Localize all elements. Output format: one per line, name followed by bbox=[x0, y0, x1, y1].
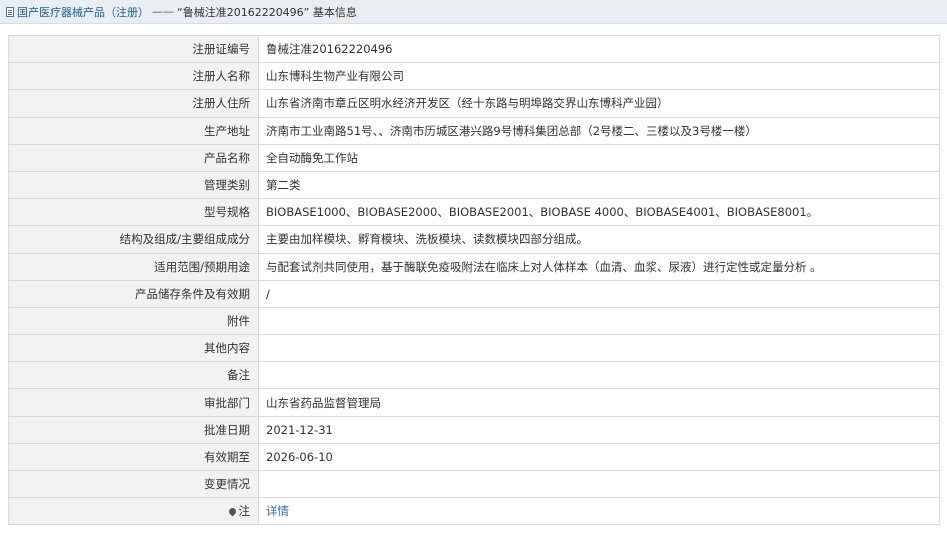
note-label-cell: 注 bbox=[8, 497, 259, 526]
row-label: 型号规格 bbox=[8, 198, 259, 227]
table-row: 注册人住所 山东省济南市章丘区明水经济开发区（经十东路与明埠路交界山东博科产业园） bbox=[8, 89, 940, 118]
table-row: 适用范围/预期用途 与配套试剂共同使用，基于酶联免疫吸附法在临床上对人体样本（血清… bbox=[8, 252, 940, 281]
table-row: 结构及组成/主要组成成分 主要由加样模块、孵育模块、洗板模块、读数模块四部分组成。 bbox=[8, 225, 940, 254]
row-value bbox=[258, 469, 940, 499]
row-label: 适用范围/预期用途 bbox=[8, 252, 259, 281]
row-value: 济南市工业南路51号、、济南市历城区港兴路9号博科集团总部（2号楼二、三楼以及3… bbox=[258, 116, 940, 145]
row-value: 2021-12-31 bbox=[258, 415, 940, 444]
note-row: 注 详情 bbox=[8, 497, 940, 526]
row-label: 注册证编号 bbox=[8, 34, 259, 64]
table-row: 批准日期 2021-12-31 bbox=[8, 415, 940, 444]
breadcrumb-separator: —— bbox=[152, 5, 174, 18]
row-value bbox=[258, 334, 940, 363]
row-value: 鲁械注准20162220496 bbox=[258, 34, 940, 64]
row-value bbox=[258, 306, 940, 336]
table-row: 注册证编号 鲁械注准20162220496 bbox=[8, 34, 940, 64]
note-value-cell: 详情 bbox=[258, 497, 940, 526]
row-label: 审批部门 bbox=[8, 388, 259, 417]
row-label: 变更情况 bbox=[8, 469, 259, 499]
table-row: 备注 bbox=[8, 361, 940, 390]
row-label: 其他内容 bbox=[8, 334, 259, 363]
row-value: 山东省济南市章丘区明水经济开发区（经十东路与明埠路交界山东博科产业园） bbox=[258, 89, 940, 118]
row-value: BIOBASE1000、BIOBASE2000、BIOBASE2001、BIOB… bbox=[258, 198, 940, 227]
row-label: 产品储存条件及有效期 bbox=[8, 279, 259, 308]
table-row: 其他内容 bbox=[8, 334, 940, 363]
document-icon bbox=[6, 6, 14, 17]
row-label: 注册人名称 bbox=[8, 62, 259, 91]
note-label: 注 bbox=[238, 504, 251, 519]
table-row: 注册人名称 山东博科生物产业有限公司 bbox=[8, 62, 940, 91]
row-value: 山东博科生物产业有限公司 bbox=[258, 62, 940, 91]
row-label: 批准日期 bbox=[8, 415, 259, 444]
row-value: 全自动酶免工作站 bbox=[258, 143, 940, 172]
row-value: 主要由加样模块、孵育模块、洗板模块、读数模块四部分组成。 bbox=[258, 225, 940, 254]
detail-link[interactable]: 详情 bbox=[266, 504, 289, 518]
row-label: 注册人住所 bbox=[8, 89, 259, 118]
breadcrumb: 国产医疗器械产品（注册） —— “鲁械注准20162220496” 基本信息 bbox=[0, 0, 947, 24]
table-row: 产品储存条件及有效期 / bbox=[8, 279, 940, 308]
table-row: 生产地址 济南市工业南路51号、、济南市历城区港兴路9号博科集团总部（2号楼二、三… bbox=[8, 116, 940, 145]
table-row: 产品名称 全自动酶免工作站 bbox=[8, 143, 940, 172]
table-row: 变更情况 bbox=[8, 469, 940, 499]
row-value: 2026-06-10 bbox=[258, 442, 940, 472]
breadcrumb-root[interactable]: 国产医疗器械产品（注册） bbox=[17, 4, 149, 20]
row-value: 第二类 bbox=[258, 170, 940, 200]
table-row: 附件 bbox=[8, 306, 940, 336]
table-row: 审批部门 山东省药品监督管理局 bbox=[8, 388, 940, 417]
table-row: 有效期至 2026-06-10 bbox=[8, 442, 940, 472]
row-label: 有效期至 bbox=[8, 442, 259, 472]
pin-icon bbox=[227, 506, 237, 517]
row-value: / bbox=[258, 279, 940, 308]
table-row: 型号规格 BIOBASE1000、BIOBASE2000、BIOBASE2001、… bbox=[8, 198, 940, 227]
row-label: 附件 bbox=[8, 306, 259, 336]
row-label: 产品名称 bbox=[8, 143, 259, 172]
row-label: 生产地址 bbox=[8, 116, 259, 145]
row-value: 与配套试剂共同使用，基于酶联免疫吸附法在临床上对人体样本（血清、血浆、尿液）进行… bbox=[258, 252, 940, 281]
table-row: 管理类别 第二类 bbox=[8, 170, 940, 200]
row-label: 管理类别 bbox=[8, 170, 259, 200]
breadcrumb-current: “鲁械注准20162220496” 基本信息 bbox=[177, 5, 357, 19]
row-label: 结构及组成/主要组成成分 bbox=[8, 225, 259, 254]
row-value: 山东省药品监督管理局 bbox=[258, 388, 940, 417]
row-value bbox=[258, 361, 940, 390]
row-label: 备注 bbox=[8, 361, 259, 390]
product-info-table: 注册证编号 鲁械注准20162220496 注册人名称 山东博科生物产业有限公司 注… bbox=[8, 34, 940, 526]
